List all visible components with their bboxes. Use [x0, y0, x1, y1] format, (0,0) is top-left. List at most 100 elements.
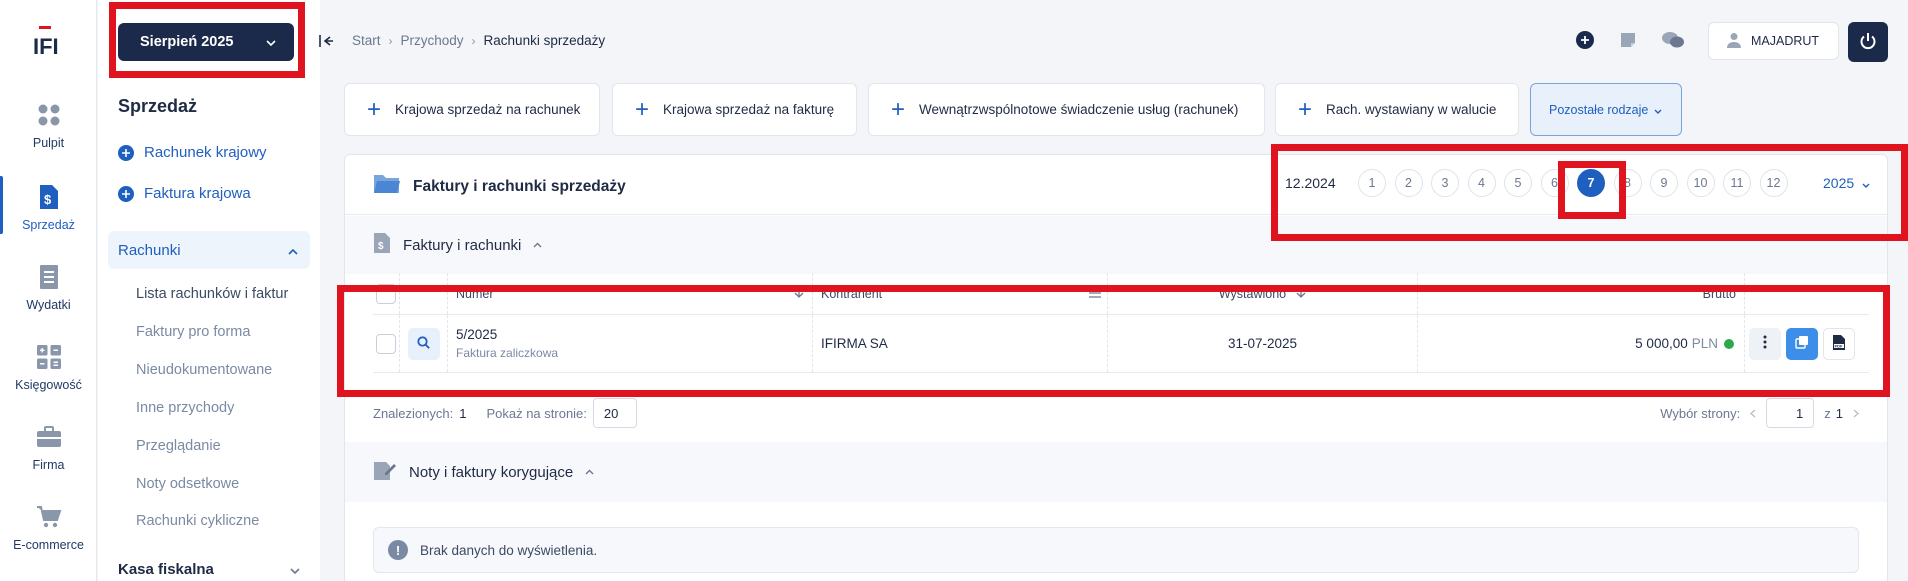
header-issued[interactable]: Wystawiono — [1108, 273, 1418, 314]
sidebar-link-faktura-krajowa[interactable]: Faktura krajowa — [118, 185, 251, 202]
tile-waluta[interactable]: + Rach. wystawiany w walucie — [1275, 83, 1519, 136]
month-10[interactable]: 10 — [1686, 169, 1715, 197]
sidebar-item-rachunki-cykliczne[interactable]: Rachunki cykliczne — [136, 513, 259, 529]
tile-krajowa-faktura[interactable]: + Krajowa sprzedaż na fakturę — [612, 83, 857, 136]
nav-pulpit[interactable]: Pulpit — [0, 98, 97, 170]
month-picker-prev[interactable]: 12.2024 — [1285, 175, 1339, 191]
sidebar-title: Sprzedaż — [118, 96, 198, 116]
month-11[interactable]: 11 — [1723, 169, 1751, 197]
notes-button[interactable] — [1617, 30, 1639, 52]
empty-state: ! Brak danych do wyświetlenia. — [373, 527, 1859, 573]
header-gross[interactable]: Brutto — [1418, 273, 1745, 314]
chevron-up-icon — [288, 242, 298, 259]
logout-button[interactable] — [1848, 22, 1888, 62]
invoice-number[interactable]: 5/2025 — [456, 327, 497, 342]
power-icon — [1859, 32, 1877, 53]
nav-ecommerce[interactable]: E-commerce — [0, 500, 97, 572]
sidebar-group-label: Kasa fiskalna — [118, 561, 214, 578]
tile-label: Krajowa sprzedaż na rachunek — [395, 102, 581, 117]
sidebar-item-lista[interactable]: Lista rachunków i faktur — [136, 286, 288, 302]
pdf-button[interactable]: PDF — [1823, 327, 1855, 360]
month-2[interactable]: 2 — [1394, 169, 1423, 197]
sidebar-item-nieudokumentowane[interactable]: Nieudokumentowane — [136, 362, 272, 378]
header-contractor-label: Kontrahent — [821, 286, 883, 301]
copy-button[interactable] — [1786, 327, 1818, 360]
nav-firma-label: Firma — [32, 458, 65, 472]
month-select-button[interactable]: Sierpień 2025 — [118, 23, 294, 61]
row-checkbox[interactable] — [376, 333, 396, 354]
nav-sprzedaz[interactable]: $ Sprzedaż — [0, 176, 97, 252]
section-title: Noty i faktury korygujące — [409, 463, 574, 481]
sidebar-item-noty-odsetkowe[interactable]: Noty odsetkowe — [136, 476, 239, 492]
header-gross-label: Brutto — [1702, 286, 1736, 301]
nav-wydatki-label: Wydatki — [26, 298, 71, 312]
messages-button[interactable] — [1660, 30, 1686, 52]
gross-amount: 5 000,00 — [1635, 336, 1688, 351]
cart-icon — [36, 504, 62, 530]
header-contractor[interactable]: Kontrahent — [813, 273, 1108, 314]
month-4[interactable]: 4 — [1467, 169, 1496, 197]
header-issued-label: Wystawiono — [1218, 286, 1287, 301]
header-spacer — [400, 273, 448, 314]
breadcrumb-start[interactable]: Start — [352, 33, 381, 48]
add-circle-button[interactable] — [1574, 30, 1596, 52]
breadcrumb-przychody[interactable]: Przychody — [401, 33, 464, 48]
tile-label: Krajowa sprzedaż na fakturę — [663, 102, 835, 117]
month-5[interactable]: 5 — [1504, 169, 1532, 197]
month-8[interactable]: 8 — [1613, 169, 1642, 197]
nav-ksiegowosc[interactable]: Księgowość — [0, 340, 97, 412]
nav-sprzedaz-label: Sprzedaż — [22, 218, 75, 232]
table-row[interactable]: 5/2025 Faktura zaliczkowa IFIRMA SA 31-0… — [373, 315, 1869, 373]
section-faktury-i-rachunki[interactable]: $ Faktury i rachunki — [345, 216, 1887, 274]
month-7-active[interactable]: 7 — [1577, 169, 1605, 197]
page-select-label: Wybór strony: — [1660, 405, 1741, 421]
user-menu-button[interactable]: MAJADRUT — [1708, 22, 1839, 60]
month-3[interactable]: 3 — [1431, 169, 1459, 197]
month-1[interactable]: 1 — [1358, 169, 1386, 197]
nav-wydatki[interactable]: Wydatki — [0, 260, 97, 332]
chevron-left-icon[interactable] — [1750, 406, 1756, 421]
section-noty-korygujace[interactable]: Noty i faktury korygujące — [345, 442, 1887, 502]
header-number[interactable]: Numer — [448, 273, 813, 314]
tile-wewnatrzwspolnotowe[interactable]: + Wewnątrzwspólnotowe świadczenie usług … — [868, 83, 1265, 136]
note-icon — [1620, 32, 1636, 51]
preview-button[interactable] — [407, 327, 440, 360]
chevron-right-icon[interactable] — [1853, 406, 1859, 421]
tile-pozostale-rodzaje[interactable]: Pozostałe rodzaje — [1530, 83, 1682, 136]
month-12[interactable]: 12 — [1759, 169, 1788, 197]
nav-ecommerce-label: E-commerce — [13, 538, 84, 552]
svg-text:$: $ — [44, 192, 52, 207]
plus-icon: + — [891, 95, 906, 123]
currency: PLN — [1691, 336, 1718, 351]
tile-krajowa-rachunek[interactable]: + Krajowa sprzedaż na rachunek — [344, 83, 600, 136]
calculator-icon — [36, 344, 62, 370]
collapse-sidebar-button[interactable] — [316, 30, 336, 54]
sidebar-link-rachunek-krajowy[interactable]: Rachunek krajowy — [118, 144, 267, 161]
pagination: Wybór strony: 1 z 1 — [1660, 398, 1859, 428]
month-6[interactable]: 6 — [1540, 169, 1569, 197]
per-page-input[interactable]: 20 — [592, 398, 637, 428]
sidebar-item-przegladanie[interactable]: Przeglądanie — [136, 438, 221, 454]
sidebar-group-kasa-fiskalna[interactable]: Kasa fiskalna — [118, 561, 300, 578]
nav-firma[interactable]: Firma — [0, 420, 97, 492]
sidebar-link-label: Rachunek krajowy — [144, 144, 267, 161]
row-issued-cell: 31-07-2025 — [1108, 315, 1418, 372]
edit-document-icon — [373, 459, 397, 485]
chevron-up-icon — [585, 467, 594, 478]
per-page-label: Pokaż na stronie: — [486, 405, 587, 421]
sidebar-item-pro-forma[interactable]: Faktury pro forma — [136, 324, 250, 340]
page-number-input[interactable]: 1 — [1766, 398, 1815, 428]
tile-label: Wewnątrzwspólnotowe świadczenie usług (r… — [919, 102, 1239, 117]
ifirma-logo[interactable]: IFI — [33, 24, 65, 60]
month-9[interactable]: 9 — [1650, 169, 1678, 197]
section-title: Faktury i rachunki — [403, 236, 522, 254]
sidebar-group-label: Rachunki — [118, 241, 181, 259]
svg-text:$: $ — [378, 241, 384, 252]
arrow-down-icon — [794, 286, 804, 301]
sidebar-item-inne-przychody[interactable]: Inne przychody — [136, 400, 234, 416]
more-actions-button[interactable] — [1749, 327, 1781, 360]
select-all-checkbox[interactable] — [376, 283, 396, 304]
sidebar-group-rachunki[interactable]: Rachunki — [108, 231, 310, 269]
row-gross-cell: 5 000,00 PLN — [1418, 315, 1745, 372]
year-select[interactable]: 2025 — [1823, 175, 1870, 191]
